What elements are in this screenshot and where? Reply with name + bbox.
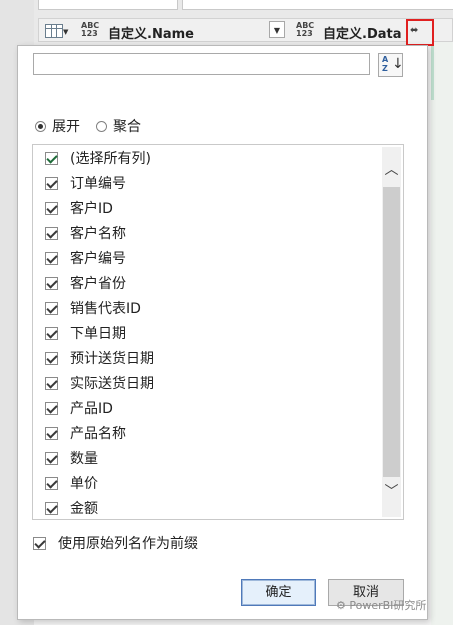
sort-az-icon: AZ <box>382 55 389 73</box>
column-header-row: ▼ ABC 123 自定义.Name ▼ ABC 123 自定义.Data <box>38 18 453 42</box>
checkbox[interactable] <box>45 376 58 390</box>
list-item-select-all[interactable]: (选择所有列) <box>45 148 151 168</box>
expand-column-button[interactable]: ⬌ <box>406 19 434 46</box>
checkbox[interactable] <box>45 451 58 465</box>
list-item[interactable]: 数量 <box>45 448 98 468</box>
checkbox[interactable] <box>45 226 58 240</box>
search-input[interactable] <box>33 53 370 75</box>
chevron-down-icon[interactable]: ▼ <box>63 28 68 36</box>
list-item[interactable]: 下单日期 <box>45 323 126 343</box>
use-prefix-label: 使用原始列名作为前缀 <box>58 536 198 552</box>
table-icon[interactable] <box>45 24 63 38</box>
list-item[interactable]: 产品名称 <box>45 423 126 443</box>
radio-aggregate-label: 聚合 <box>113 119 141 135</box>
checkbox[interactable] <box>45 326 58 340</box>
formula-box-left <box>38 0 178 10</box>
scrollbar[interactable]: ︿ ﹀ <box>382 147 401 517</box>
scrollbar-thumb[interactable] <box>383 187 400 477</box>
checkbox[interactable] <box>45 501 58 515</box>
watermark: ⚙ PowerBI研究所 <box>336 599 427 612</box>
checkbox[interactable] <box>45 201 58 215</box>
column-name-1[interactable]: 自定义.Name <box>108 23 194 42</box>
checkbox[interactable] <box>45 276 58 290</box>
list-item[interactable]: 产品ID <box>45 398 113 418</box>
checkbox[interactable] <box>33 536 46 550</box>
checkbox[interactable] <box>45 151 58 165</box>
checkbox[interactable] <box>45 426 58 440</box>
checkbox[interactable] <box>45 476 58 490</box>
list-item[interactable]: 客户编号 <box>45 248 126 268</box>
right-pane-accent <box>431 40 434 100</box>
ok-button[interactable]: 确定 <box>241 579 316 606</box>
column-list[interactable]: (选择所有列) 订单编号 客户ID 客户名称 客户编号 客户省份 销售代表ID … <box>32 144 404 520</box>
list-item[interactable]: 实际送货日期 <box>45 373 154 393</box>
list-item[interactable]: 客户名称 <box>45 223 126 243</box>
use-prefix-option[interactable]: 使用原始列名作为前缀 <box>33 533 198 553</box>
radio-button-icon <box>96 120 107 132</box>
list-item[interactable]: 金额 <box>45 498 98 518</box>
checkbox[interactable] <box>45 351 58 365</box>
checkbox[interactable] <box>45 401 58 415</box>
list-item[interactable]: 销售代表ID <box>45 298 141 318</box>
sort-button[interactable]: AZ ↓ <box>378 53 404 77</box>
chevron-up-icon[interactable]: ︿ <box>382 159 401 179</box>
arrow-down-icon: ↓ <box>392 56 404 72</box>
checkbox[interactable] <box>45 176 58 190</box>
chevron-down-icon[interactable]: ﹀ <box>382 481 401 501</box>
checkbox[interactable] <box>45 251 58 265</box>
checkbox[interactable] <box>45 301 58 315</box>
expand-popup: AZ ↓ 展开 聚合 (选择所有列) 订单编号 客户ID 客户名称 客户编号 客… <box>17 45 428 620</box>
type-abc-icon: ABC 123 <box>296 21 315 38</box>
radio-aggregate[interactable]: 聚合 <box>96 116 141 136</box>
expand-arrows-icon: ⬌ <box>410 25 419 36</box>
list-item[interactable]: 订单编号 <box>45 173 126 193</box>
list-item[interactable]: 客户ID <box>45 198 113 218</box>
column-filter-dropdown[interactable]: ▼ <box>269 21 285 38</box>
list-item[interactable]: 预计送货日期 <box>45 348 154 368</box>
list-item[interactable]: 客户省份 <box>45 273 126 293</box>
radio-button-icon <box>35 120 46 132</box>
radio-expand[interactable]: 展开 <box>35 116 80 136</box>
list-item[interactable]: 单价 <box>45 473 98 493</box>
right-pane-background <box>431 40 453 625</box>
formula-box-right <box>182 0 453 10</box>
radio-expand-label: 展开 <box>52 119 80 135</box>
type-abc-icon: ABC 123 <box>81 21 100 38</box>
column-name-2[interactable]: 自定义.Data <box>323 23 402 42</box>
